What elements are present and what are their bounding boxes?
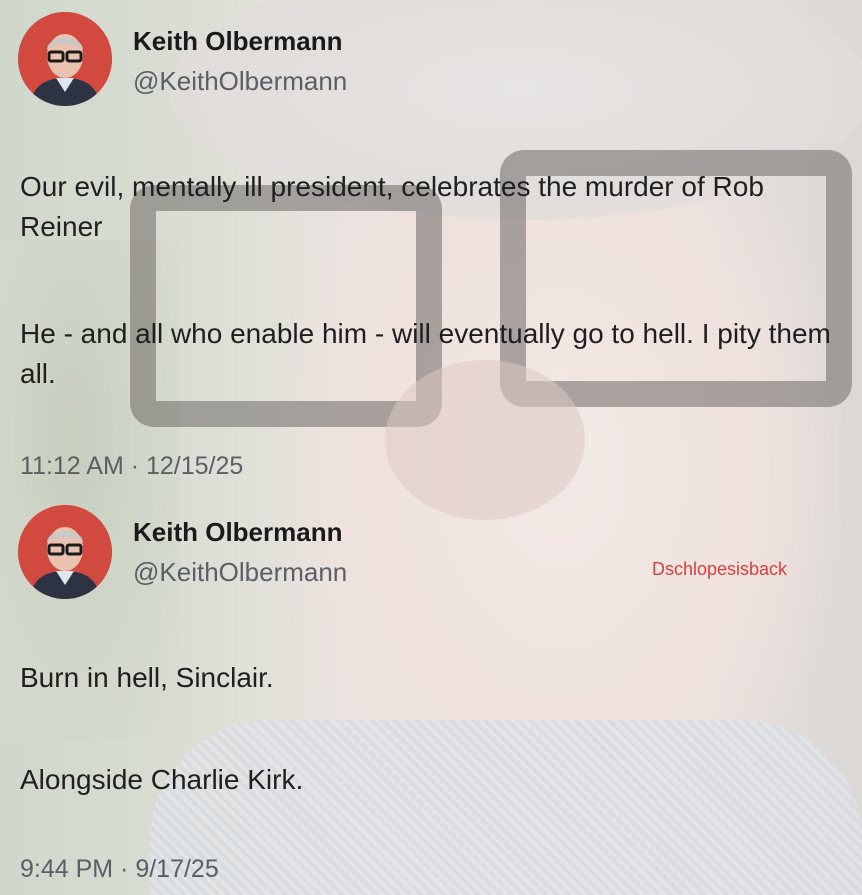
avatar-portrait-icon <box>18 12 112 106</box>
author-name[interactable]: Keith Olbermann <box>133 26 342 57</box>
watermark-text: Dschlopesisback <box>652 559 788 579</box>
avatar-portrait-icon <box>18 505 112 599</box>
tweet-text-paragraph: Our evil, mentally ill president, celebr… <box>20 171 764 242</box>
tweet-text-paragraph: Burn in hell, Sinclair. <box>20 662 274 693</box>
avatar[interactable] <box>18 12 112 106</box>
avatar[interactable] <box>18 505 112 599</box>
author-name[interactable]: Keith Olbermann <box>133 517 342 548</box>
tweet-text-paragraph: Alongside Charlie Kirk. <box>20 764 304 795</box>
author-handle[interactable]: @KeithOlbermann <box>133 66 347 97</box>
tweet-timestamp[interactable]: 11:12 AM · 12/15/25 <box>20 452 243 481</box>
author-handle[interactable]: @KeithOlbermann <box>133 557 347 588</box>
tweet-timestamp[interactable]: 9:44 PM · 9/17/25 <box>20 855 219 884</box>
background-shirt <box>150 720 862 895</box>
tweet-text-paragraph: He - and all who enable him - will event… <box>20 318 831 389</box>
